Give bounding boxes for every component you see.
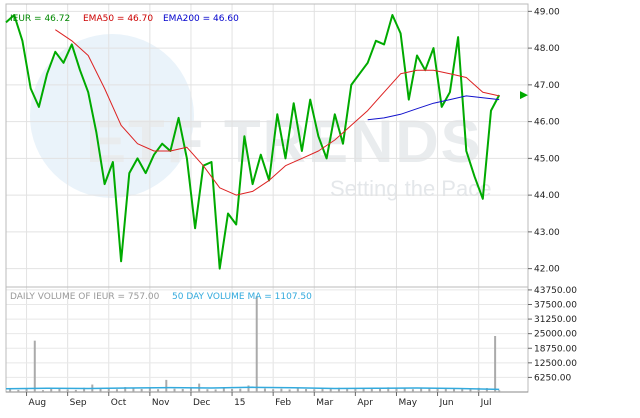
- x-tick-label: Jun: [439, 398, 454, 408]
- volume-grid: [6, 289, 528, 378]
- volume-bar: [181, 388, 184, 392]
- volume-bar: [157, 389, 160, 392]
- legend-daily-volume: DAILY VOLUME OF IEUR = 757.00: [10, 292, 160, 302]
- x-tick-label: May: [398, 398, 417, 408]
- volume-bar: [189, 388, 192, 392]
- x-tick-label: Sep: [70, 398, 87, 408]
- volume-bar: [403, 388, 406, 392]
- price-tick-label: 46.00: [534, 118, 560, 128]
- volume-bar: [411, 389, 414, 392]
- x-tick-label: Feb: [275, 398, 291, 408]
- current-value-marker: [520, 91, 528, 100]
- volume-bar: [165, 379, 168, 392]
- volume-tick-label: 31250.00: [534, 315, 577, 325]
- volume-bar: [362, 388, 365, 392]
- volume-bar: [498, 390, 501, 392]
- volume-bar: [50, 388, 53, 392]
- current-value-tag: [520, 91, 528, 100]
- volume-bar: [33, 340, 36, 392]
- volume-bar: [9, 389, 12, 392]
- legend-ema50: EMA50 = 46.70: [83, 14, 153, 24]
- volume-bar: [222, 388, 225, 392]
- x-tick-label: Mar: [316, 398, 333, 408]
- volume-bar: [255, 296, 258, 392]
- volume-tick-label: 25000.00: [534, 330, 577, 340]
- x-tick-label: Jul: [480, 398, 492, 408]
- x-tick-label: Aug: [29, 398, 47, 408]
- volume-bar: [313, 389, 316, 392]
- volume-bar: [272, 389, 275, 392]
- price-y-ticks: 49.00 48.00 47.00 46.00 45.00 44.00 43.00 42.00: [528, 7, 560, 275]
- volume-bar: [280, 388, 283, 392]
- volume-bar: [115, 389, 118, 392]
- volume-bar: [41, 390, 44, 392]
- chart-stage: ETF TRENDS Setting the Pace 49.00 48.00 47…: [0, 0, 640, 418]
- volume-panel-frame: [5, 286, 529, 393]
- volume-ma-line: [5, 386, 500, 391]
- volume-tick-label: 43750.00: [534, 286, 577, 296]
- volume-bar: [428, 388, 431, 392]
- price-tick-label: 49.00: [534, 7, 560, 17]
- volume-tick-label: 18750.00: [534, 344, 577, 354]
- volume-bar: [444, 388, 447, 392]
- legend-ieur: IEUR = 46.72: [10, 14, 70, 24]
- x-tick-label: Nov: [152, 398, 170, 408]
- volume-bar: [132, 388, 135, 392]
- volume-bar: [305, 388, 308, 392]
- x-tick-label: Oct: [111, 398, 127, 408]
- volume-ma-polyline: [5, 386, 500, 391]
- volume-bar: [140, 388, 143, 392]
- volume-bar: [231, 388, 234, 392]
- volume-bar: [296, 388, 299, 392]
- volume-legend: DAILY VOLUME OF IEUR = 757.00 50 DAY VOL…: [10, 292, 312, 302]
- volume-bar: [346, 388, 349, 392]
- volume-bar: [247, 385, 250, 392]
- legend-ema200: EMA200 = 46.60: [163, 14, 239, 24]
- volume-bar: [461, 388, 464, 392]
- volume-y-ticks: 43750.00 37500.00 31250.00 25000.00 18750.00…: [528, 286, 577, 383]
- volume-tick-label: 12500.00: [534, 359, 577, 369]
- watermark-title: ETF TRENDS: [86, 108, 483, 175]
- volume-bar: [206, 389, 209, 392]
- watermark-tagline: Setting the Pace: [330, 176, 491, 201]
- volume-bar: [239, 388, 242, 392]
- volume-bar: [17, 389, 20, 392]
- volume-tick-label: 6250.00: [534, 373, 571, 383]
- price-tick-label: 43.00: [534, 228, 560, 238]
- volume-bar: [494, 336, 497, 392]
- volume-bar: [214, 389, 217, 392]
- volume-bar: [66, 389, 69, 392]
- watermark: ETF TRENDS Setting the Pace: [30, 34, 491, 201]
- legend-volume-ma: 50 DAY VOLUME MA = 1107.50: [172, 292, 312, 302]
- price-tick-label: 48.00: [534, 44, 560, 54]
- price-tick-label: 44.00: [534, 191, 560, 201]
- x-ticks: Aug Sep Oct Nov Dec 15 Feb Mar Apr May Jun Jul: [26, 392, 492, 408]
- x-tick-label: 15: [234, 398, 245, 408]
- etf-chart: ETF TRENDS Setting the Pace 49.00 48.00 47…: [5, 3, 577, 408]
- volume-bar: [173, 388, 176, 392]
- x-tick-label: Dec: [193, 398, 210, 408]
- volume-bar: [288, 389, 291, 392]
- price-tick-label: 47.00: [534, 81, 560, 91]
- price-tick-label: 45.00: [534, 154, 560, 164]
- price-legend: IEUR = 46.72 EMA50 = 46.70 EMA200 = 46.6…: [10, 14, 239, 24]
- volume-bar: [263, 388, 266, 392]
- volume-bar: [74, 389, 77, 392]
- price-tick-label: 42.00: [534, 265, 560, 275]
- x-tick-label: Apr: [357, 398, 373, 408]
- volume-tick-label: 37500.00: [534, 301, 577, 311]
